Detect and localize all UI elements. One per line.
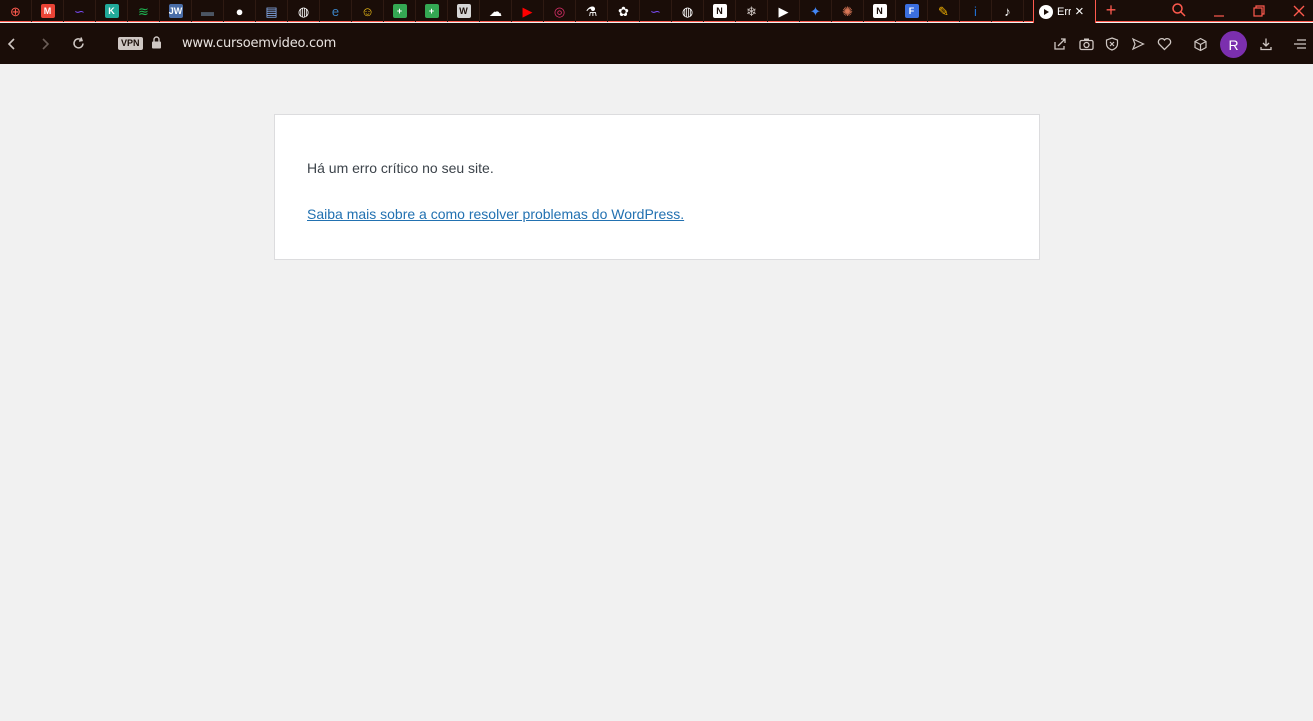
wave-tab-2[interactable]: ∽ — [640, 0, 672, 22]
instagram-tab[interactable]: ◎ — [544, 0, 576, 22]
send-icon[interactable] — [1129, 35, 1147, 53]
profile-avatar[interactable]: R — [1220, 31, 1247, 58]
github-icon: ● — [235, 3, 244, 19]
reload-button[interactable] — [66, 23, 90, 64]
new-tab-button[interactable]: + — [1103, 0, 1119, 22]
emoji-tab[interactable]: ☺ — [352, 0, 384, 22]
globe-tab-2[interactable]: ◍ — [672, 0, 704, 22]
wave-icon: ∽ — [74, 3, 85, 19]
tiktok-tab[interactable]: ♪ — [992, 0, 1024, 22]
minimize-button[interactable] — [1199, 0, 1239, 22]
restore-button[interactable] — [1239, 0, 1279, 22]
chevron-right-icon — [42, 37, 50, 50]
vpn-badge[interactable]: VPN — [118, 37, 143, 50]
sparkle-icon: ✦ — [810, 3, 821, 19]
jw-tab[interactable]: JW — [160, 0, 192, 22]
notion-n-tab[interactable]: N — [704, 0, 736, 22]
youtube-icon: ▶ — [522, 3, 533, 19]
youtube-icon: ▶ — [778, 3, 789, 19]
k-tab[interactable]: K — [96, 0, 128, 22]
drive-tab[interactable]: ▬ — [192, 0, 224, 22]
sheets-tab-2[interactable]: + — [416, 0, 448, 22]
gamepad-tab[interactable]: ⊕ — [0, 0, 32, 22]
youtube-play-icon — [1039, 4, 1053, 19]
chevron-left-icon — [7, 37, 15, 50]
gemini-tab[interactable]: ✦ — [800, 0, 832, 22]
forward-button[interactable] — [33, 23, 57, 64]
pencil-tab[interactable]: ✎ — [928, 0, 960, 22]
help-link[interactable]: Saiba mais sobre a como resolver problem… — [307, 206, 684, 222]
document-icon: ▤ — [265, 3, 278, 19]
snowflake-tab[interactable]: ❄ — [736, 0, 768, 22]
github-tab[interactable]: ● — [224, 0, 256, 22]
youtube-tab[interactable]: ▶ — [512, 0, 544, 22]
notion-icon: N — [872, 4, 887, 18]
docs-tab[interactable]: ▤ — [256, 0, 288, 22]
snowflake-icon: ❄ — [746, 3, 757, 19]
labs-tab[interactable]: ⚗ — [576, 0, 608, 22]
download-icon[interactable] — [1257, 35, 1275, 53]
claude-icon: ✺ — [842, 3, 853, 19]
active-tab[interactable]: Err × — [1033, 0, 1096, 23]
forms-tab[interactable]: F — [896, 0, 928, 22]
gmail-tab[interactable]: M — [32, 0, 64, 22]
emoji-icon: ☺ — [360, 3, 375, 19]
tab-strip: ⊕ M ∽ K ≋ JW ▬ ● ▤ ◍ e ☺ + + W ☁ ▶ ◎ ⚗ ✿ ∽ ◍ N ❄ ▶ ✦ ✺ N F ✎ i ♪ Err × … — [0, 0, 1313, 23]
chatgpt-tab[interactable]: ✿ — [608, 0, 640, 22]
back-button[interactable] — [0, 23, 24, 64]
cube-icon[interactable] — [1191, 35, 1209, 53]
edge-tab[interactable]: e — [320, 0, 352, 22]
claude-tab[interactable]: ✺ — [832, 0, 864, 22]
heart-icon[interactable] — [1155, 35, 1173, 53]
pinned-tabs: ⊕ M ∽ K ≋ JW ▬ ● ▤ ◍ e ☺ + + W ☁ ▶ ◎ ⚗ ✿ ∽ ◍ N ❄ ▶ ✦ ✺ N F ✎ i ♪ — [0, 0, 1024, 22]
menu-icon[interactable] — [1291, 35, 1309, 53]
info-tab[interactable]: i — [960, 0, 992, 22]
spotify-tab[interactable]: ≋ — [128, 0, 160, 22]
ad-blocker-icon[interactable] — [1103, 35, 1121, 53]
close-window-button[interactable] — [1279, 0, 1313, 22]
info-icon: i — [974, 3, 977, 19]
flask-icon: ⚗ — [585, 3, 598, 19]
cloud-tab[interactable]: ☁ — [480, 0, 512, 22]
camera-icon[interactable] — [1077, 35, 1095, 53]
wave-icon: ∽ — [650, 3, 661, 19]
gamepad-icon: ⊕ — [10, 3, 21, 19]
wordpress-icon: W — [456, 4, 471, 18]
n-app-icon: N — [712, 4, 727, 18]
url-field[interactable]: www.cursoemvideo.com — [182, 36, 336, 51]
lock-icon[interactable] — [151, 36, 162, 54]
address-bar: VPN www.cursoemvideo.com R — [0, 23, 1313, 64]
spotify-icon: ≋ — [138, 3, 149, 19]
reload-icon — [72, 37, 84, 49]
close-tab-icon[interactable]: × — [1075, 4, 1084, 19]
jw-icon: JW — [168, 4, 183, 18]
error-panel: Há um erro crítico no seu site. Saiba ma… — [274, 114, 1040, 260]
tab-search-icon[interactable] — [1171, 2, 1187, 23]
error-message: Há um erro crítico no seu site. — [307, 160, 494, 176]
spreadsheet-icon: + — [424, 4, 439, 18]
wave-tab[interactable]: ∽ — [64, 0, 96, 22]
gmail-icon: M — [40, 4, 55, 18]
forms-icon: F — [904, 4, 919, 18]
browser-icon: e — [331, 3, 340, 19]
tiktok-icon: ♪ — [1004, 3, 1011, 19]
youtube-tab-2[interactable]: ▶ — [768, 0, 800, 22]
active-tab-title: Err — [1057, 5, 1071, 18]
cloud-icon: ☁ — [489, 3, 502, 19]
share-icon[interactable] — [1051, 35, 1069, 53]
globe-icon: ◍ — [681, 3, 694, 19]
pencil-icon: ✎ — [938, 3, 949, 19]
globe-tab-1[interactable]: ◍ — [288, 0, 320, 22]
instagram-icon: ◎ — [553, 3, 566, 19]
storage-icon: ▬ — [201, 3, 214, 19]
spreadsheet-icon: + — [392, 4, 407, 18]
k-app-icon: K — [104, 4, 119, 18]
sheets-tab-1[interactable]: + — [384, 0, 416, 22]
openai-icon: ✿ — [618, 3, 629, 19]
wordpress-tab[interactable]: W — [448, 0, 480, 22]
notion-tab[interactable]: N — [864, 0, 896, 22]
globe-icon: ◍ — [297, 3, 310, 19]
